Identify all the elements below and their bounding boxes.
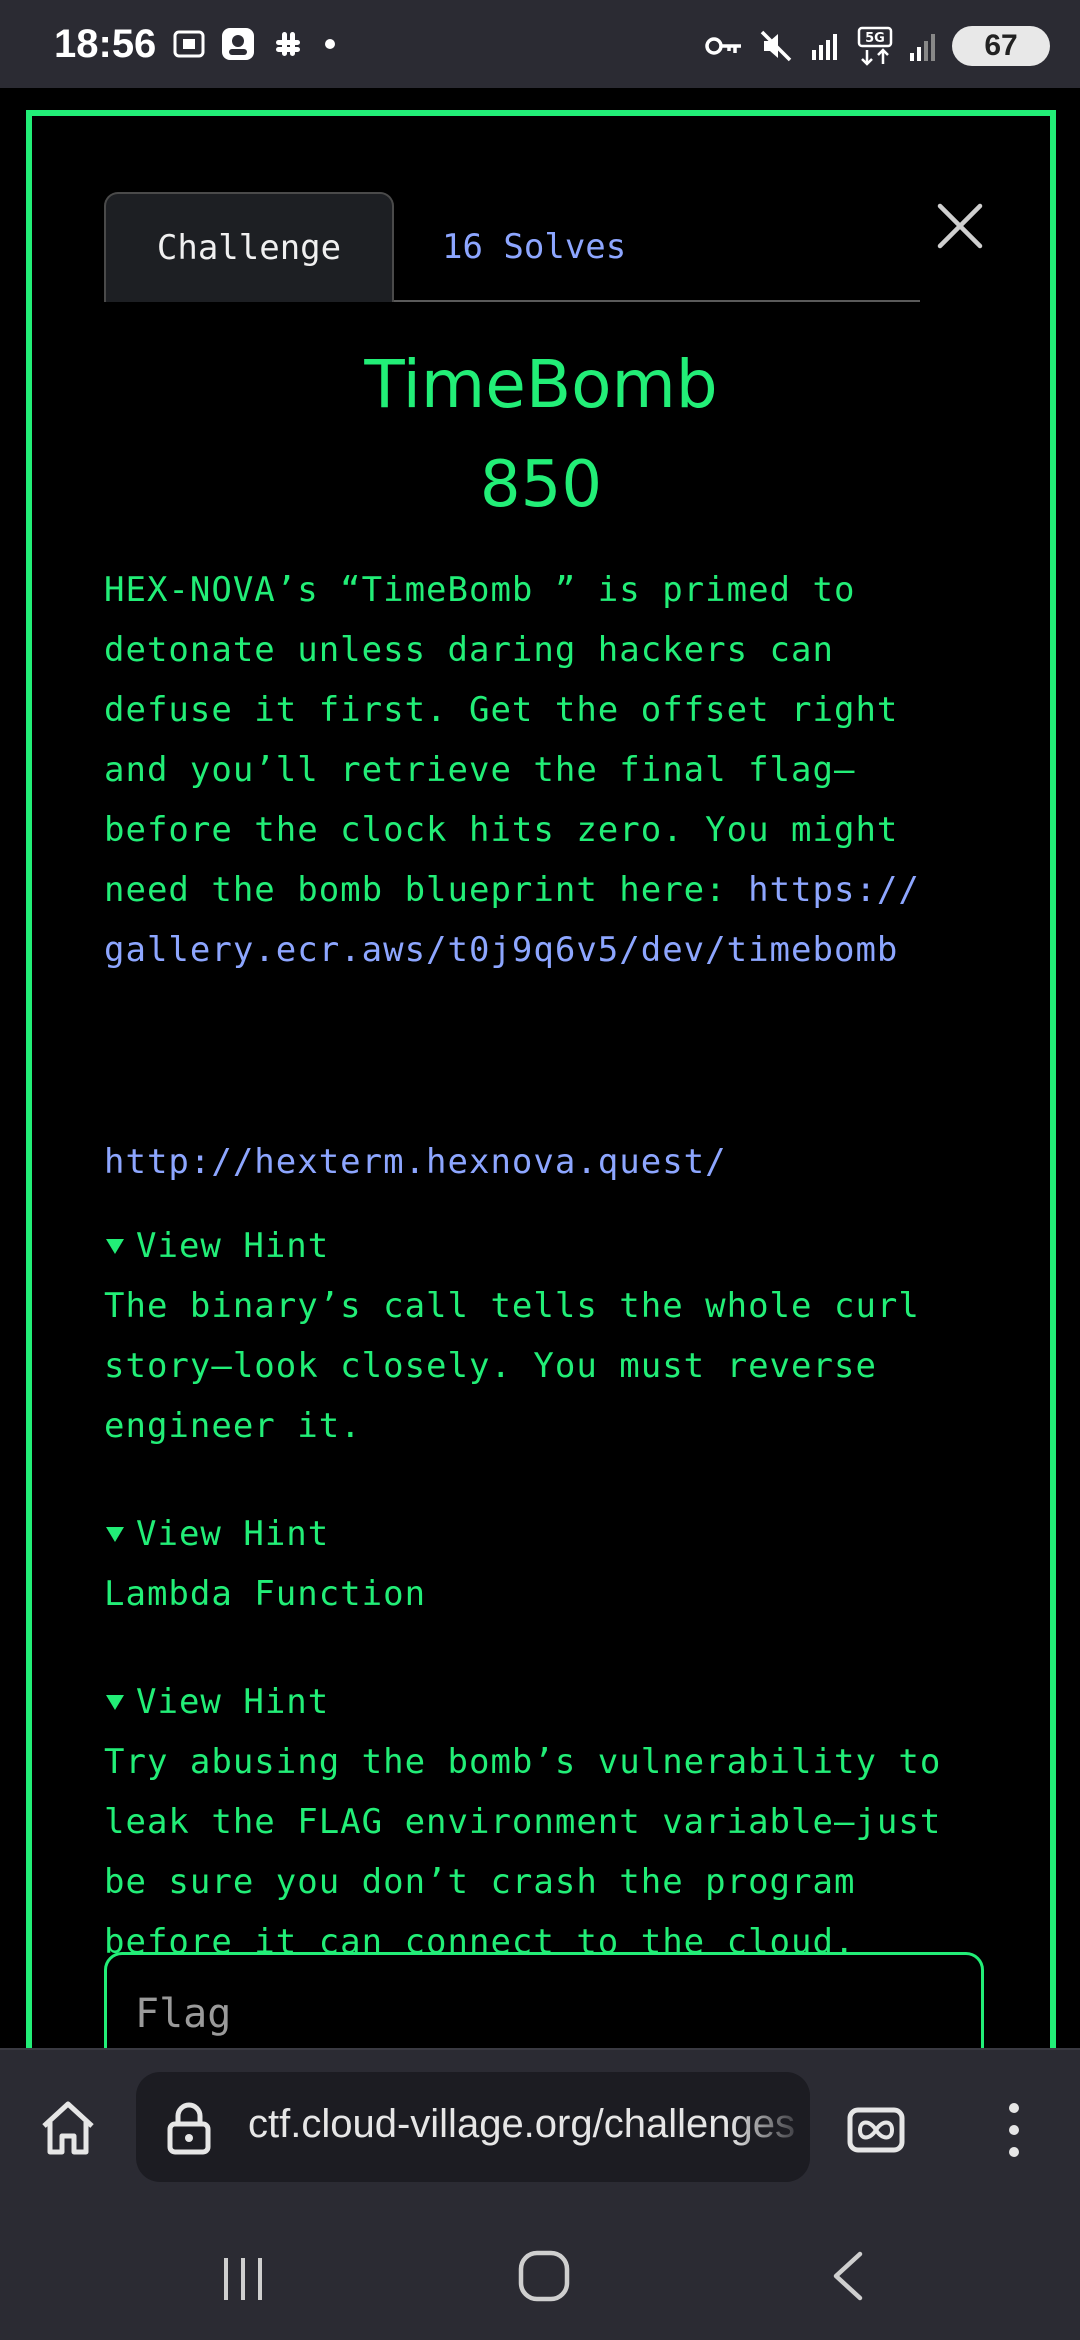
triangle-down-icon (106, 1527, 124, 1542)
vpn-key-icon (705, 37, 741, 55)
home-icon[interactable] (36, 2096, 100, 2160)
infinity-icon[interactable] (846, 2100, 906, 2160)
challenge-tabs: Challenge 16 Solves (104, 192, 920, 302)
tab-solves[interactable]: 16 Solves (442, 192, 626, 302)
network-5g-icon: 5G (857, 26, 893, 66)
hint-summary-label: View Hint (136, 1226, 330, 1266)
signal-icon (910, 34, 935, 61)
browser-toolbar: ctf.cloud-village.org/challenges (0, 2048, 1080, 2208)
challenge-title: TimeBomb (364, 346, 718, 423)
system-nav-bar (0, 2208, 1080, 2340)
notification-icons (172, 26, 340, 62)
triangle-down-icon (106, 1695, 124, 1710)
hint-toggle[interactable]: View Hint (104, 1504, 1004, 1564)
back-icon[interactable] (826, 2248, 870, 2304)
home-nav-icon[interactable] (516, 2248, 572, 2304)
hint-block: View Hint The binary’s call tells the wh… (104, 1216, 1004, 1456)
close-icon[interactable] (930, 196, 990, 256)
hint-block: View Hint Lambda Function (104, 1504, 1004, 1624)
hint-text: The binary’s call tells the whole curl s… (104, 1286, 920, 1446)
recent-apps-icon[interactable] (218, 2254, 268, 2304)
hint-block: View Hint Try abusing the bomb’s vulnera… (104, 1672, 1004, 1972)
status-time: 18:56 (54, 22, 157, 66)
triangle-down-icon (106, 1239, 124, 1254)
hint-toggle[interactable]: View Hint (104, 1216, 1004, 1276)
hint-summary-label: View Hint (136, 1682, 330, 1722)
hint-summary-label: View Hint (136, 1514, 330, 1554)
app-notification-icon (222, 28, 254, 60)
challenge-points: 850 (479, 448, 603, 522)
slack-icon (276, 32, 300, 56)
challenge-modal: Challenge 16 Solves TimeBomb 850 HEX-NOV… (26, 110, 1056, 2092)
server-url-link[interactable]: http://hexterm.hexnova.quest/ (104, 1132, 727, 1192)
blueprint-link[interactable]: https:// (748, 870, 920, 910)
lock-icon[interactable] (166, 2100, 212, 2156)
mute-icon (760, 30, 792, 62)
hint-toggle[interactable]: View Hint (104, 1672, 1004, 1732)
dot-icon (325, 39, 335, 49)
url-text: ctf.cloud-village.org/challenges (248, 2102, 795, 2146)
tab-challenge[interactable]: Challenge (104, 192, 394, 302)
description-text: HEX-NOVA’s “TimeBomb ” is primed to deto… (104, 570, 899, 910)
svg-text:5G: 5G (865, 31, 885, 46)
blueprint-link-cont[interactable]: gallery.ecr.aws/t0j9q6v5/dev/timebomb (104, 930, 898, 970)
challenge-description: HEX-NOVA’s “TimeBomb ” is primed to deto… (104, 560, 1004, 980)
hint-text: Lambda Function (104, 1574, 427, 1614)
system-icons: 5G 67 (704, 26, 1050, 66)
screenshot-icon (173, 30, 205, 58)
battery-indicator: 67 (952, 26, 1050, 66)
hint-text: Try abusing the bomb’s vulnerability to … (104, 1742, 942, 1962)
url-fade (730, 2072, 810, 2182)
address-bar[interactable]: ctf.cloud-village.org/challenges (136, 2072, 810, 2182)
more-vert-icon[interactable] (996, 2094, 1032, 2166)
status-bar: 18:56 5G 67 (0, 0, 1080, 88)
signal-r-icon (812, 34, 837, 60)
